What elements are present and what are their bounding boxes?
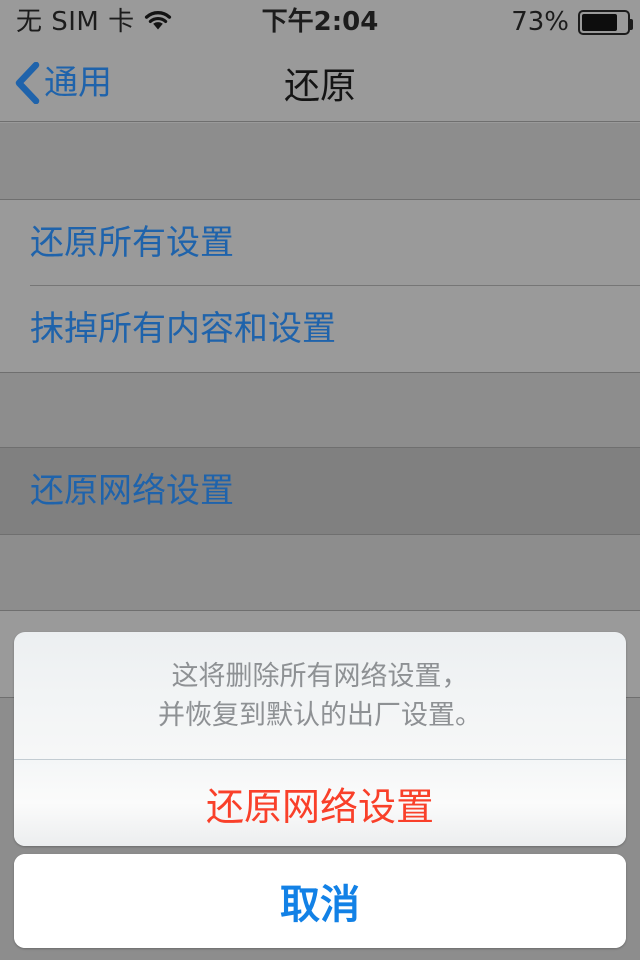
group-gap-2 — [0, 535, 640, 610]
action-sheet: 这将删除所有网络设置， 并恢复到默认的出厂设置。 还原网络设置 取消 — [0, 632, 640, 960]
page-title: 还原 — [283, 65, 356, 107]
status-bar-right: 73% — [511, 0, 633, 44]
row-reset-all-settings[interactable]: 还原所有设置 — [0, 200, 640, 286]
settings-group-1: 还原所有设置 抹掉所有内容和设置 — [0, 199, 640, 373]
battery-icon — [578, 9, 633, 35]
row-label: 抹掉所有内容和设置 — [30, 309, 336, 349]
row-label: 还原网络设置 — [30, 471, 234, 511]
navigation-bar: 通用 还原 — [0, 44, 640, 122]
reset-network-settings-button[interactable]: 还原网络设置 — [14, 760, 626, 846]
action-sheet-panel: 这将删除所有网络设置， 并恢复到默认的出厂设置。 还原网络设置 — [14, 632, 626, 846]
table-header-spacer — [0, 123, 640, 199]
row-erase-all-content[interactable]: 抹掉所有内容和设置 — [0, 286, 640, 372]
clock-label: 下午2:04 — [261, 7, 379, 37]
group-gap-1 — [0, 373, 640, 447]
action-sheet-message: 这将删除所有网络设置， 并恢复到默认的出厂设置。 — [14, 632, 626, 760]
action-sheet-cancel-panel: 取消 — [14, 854, 626, 948]
cancel-button[interactable]: 取消 — [14, 854, 626, 948]
settings-group-2: 还原网络设置 — [0, 447, 640, 535]
battery-percent-label: 73% — [511, 7, 569, 37]
row-label: 还原所有设置 — [30, 223, 234, 263]
row-reset-network-settings[interactable]: 还原网络设置 — [0, 448, 640, 534]
status-bar: 无 SIM 卡 下午2:04 73% — [0, 0, 640, 44]
iphone-screen: 无 SIM 卡 下午2:04 73% 通用 还原 还原所有设置 抹掉所有内容和设… — [0, 0, 640, 960]
